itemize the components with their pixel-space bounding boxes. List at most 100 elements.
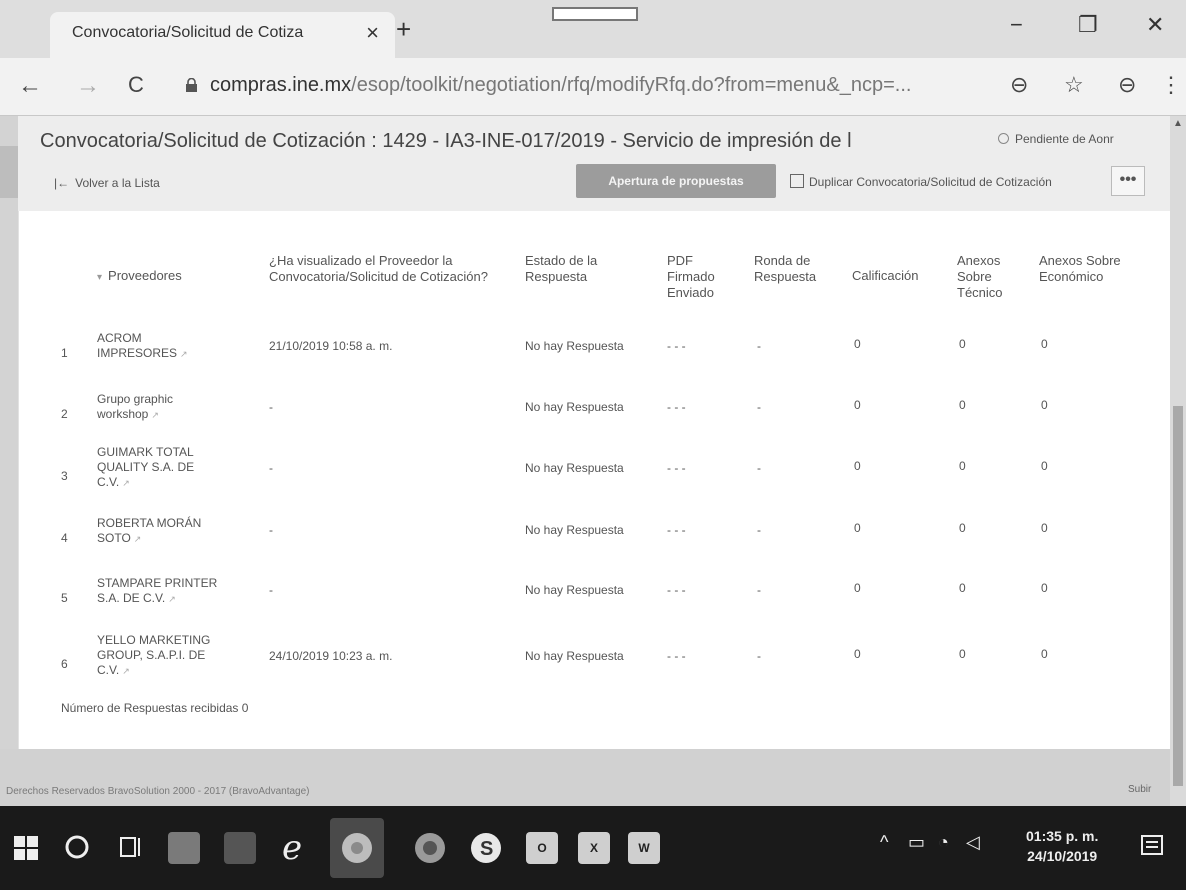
notifications-icon[interactable]	[1140, 834, 1164, 860]
annex-economic: 0	[1041, 337, 1048, 351]
response-round: -	[757, 583, 761, 597]
col-header-visualizado: ¿Ha visualizado el Proveedor la Convocat…	[269, 253, 488, 284]
annex-economic: 0	[1041, 521, 1048, 535]
back-arrow-icon[interactable]: ←	[18, 72, 42, 100]
annex-technical: 0	[959, 459, 966, 473]
window-drag-handle[interactable]	[552, 7, 638, 21]
bookmark-star-icon[interactable]: ☆	[1064, 72, 1084, 98]
supplier-link[interactable]: STAMPARE PRINTER S.A. DE C.V. ↗	[97, 576, 222, 607]
more-actions-button[interactable]: •••	[1111, 166, 1145, 196]
close-window-button[interactable]: ✕	[1146, 12, 1164, 38]
pdf-sent: - - -	[667, 461, 686, 475]
word-icon[interactable]: W	[628, 832, 660, 864]
response-status: No hay Respuesta	[525, 339, 624, 353]
page-scrollbar[interactable]: ▲	[1170, 116, 1186, 806]
address-bar: ← → C compras.ine.mx/esop/toolkit/negoti…	[0, 58, 1186, 116]
clock-date: 24/10/2019	[1027, 848, 1098, 864]
col-header-anexos-economico: Anexos Sobre Económico	[1039, 253, 1121, 284]
duplicate-icon	[790, 174, 804, 188]
skype-icon[interactable]: S	[470, 832, 502, 864]
reload-icon[interactable]: C	[128, 72, 144, 98]
supplier-link[interactable]: Grupo graphic workshop ↗	[97, 392, 217, 423]
pdf-sent: - - -	[667, 339, 686, 353]
annex-economic: 0	[1041, 581, 1048, 595]
file-explorer-icon[interactable]	[168, 832, 200, 864]
annex-economic: 0	[1041, 459, 1048, 473]
score: 0	[854, 521, 861, 535]
page-title: Convocatoria/Solicitud de Cotización : 1…	[40, 130, 852, 152]
back-to-list-label: Volver a la Lista	[75, 176, 160, 190]
lock-icon	[186, 78, 197, 92]
col-header-anexos-tecnico: Anexos Sobre Técnico	[957, 253, 1003, 300]
outlook-icon[interactable]: O	[526, 832, 558, 864]
url-field[interactable]: compras.ine.mx/esop/toolkit/negotiation/…	[210, 74, 911, 97]
tab-close-icon[interactable]: ×	[366, 20, 379, 46]
browser-tab[interactable]: Convocatoria/Solicitud de Cotiza ×	[50, 12, 395, 58]
taskbar-clock[interactable]: 01:35 p. m. 24/10/2019	[1026, 826, 1098, 866]
wifi-icon[interactable]: ◔	[938, 832, 949, 853]
chrome-taskbar-button[interactable]	[330, 818, 384, 878]
windows-taskbar: e S O X W ^ ▭ ◔ ◁ 01:35 p. m. 24/10/2019	[0, 806, 1186, 890]
supplier-link[interactable]: ACROM IMPRESORES ↗	[97, 331, 227, 362]
media-player-icon[interactable]	[224, 832, 256, 864]
status-text: Pendiente de Aonr	[1015, 132, 1114, 146]
minimize-button[interactable]: −	[1010, 12, 1023, 38]
browser-menu-icon[interactable]: ⋮	[1160, 72, 1182, 98]
open-proposals-button[interactable]: Apertura de propuestas	[576, 164, 776, 198]
battery-icon[interactable]: ▭	[908, 832, 925, 853]
supplier-link[interactable]: GUIMARK TOTAL QUALITY S.A. DE C.V. ↗	[97, 445, 222, 491]
response-status: No hay Respuesta	[525, 649, 624, 663]
tab-title: Convocatoria/Solicitud de Cotiza	[72, 24, 304, 41]
screen: Convocatoria/Solicitud de Cotiza × + − ❐…	[0, 0, 1186, 890]
browser-tab-bar: Convocatoria/Solicitud de Cotiza × + − ❐…	[0, 0, 1186, 58]
search-icon[interactable]	[64, 834, 90, 860]
supplier-link[interactable]: YELLO MARKETING GROUP, S.A.P.I. DE C.V. ↗	[97, 633, 227, 679]
back-arrow-bar-icon: |←	[54, 176, 70, 190]
score: 0	[854, 581, 861, 595]
scroll-up-arrow-icon[interactable]: ▲	[1173, 118, 1183, 129]
col-header-pdf: PDF Firmado Enviado	[667, 253, 715, 300]
col-header-ronda: Ronda de Respuesta	[754, 253, 817, 284]
scrollbar-thumb[interactable]	[1173, 406, 1183, 786]
annex-technical: 0	[959, 647, 966, 661]
col-header-proveedores[interactable]: ▾ Proveedores	[97, 268, 217, 286]
viewed-date: -	[269, 400, 273, 414]
chrome-icon	[342, 833, 372, 863]
back-to-list-link[interactable]: |← Volver a la Lista	[54, 176, 160, 190]
restore-button[interactable]: ❐	[1078, 12, 1098, 38]
firefox-icon[interactable]	[414, 832, 446, 864]
annex-technical: 0	[959, 521, 966, 535]
responses-received-count: Número de Respuestas recibidas 0	[61, 701, 249, 715]
task-view-icon[interactable]	[118, 834, 144, 860]
new-tab-button[interactable]: +	[396, 14, 411, 45]
score: 0	[854, 459, 861, 473]
page-footer: Derechos Reservados BravoSolution 2000 -…	[0, 749, 1170, 806]
internet-explorer-icon[interactable]: e	[282, 828, 302, 868]
page-content: Convocatoria/Solicitud de Cotización : 1…	[0, 116, 1170, 806]
excel-icon[interactable]: X	[578, 832, 610, 864]
response-round: -	[757, 400, 761, 414]
scroll-to-top-link[interactable]: Subir	[1128, 784, 1151, 795]
supplier-link[interactable]: ROBERTA MORÁN SOTO ↗	[97, 516, 217, 547]
show-hidden-icons-chevron-icon[interactable]: ^	[880, 832, 888, 853]
forward-arrow-icon[interactable]: →	[76, 72, 100, 100]
annex-economic: 0	[1041, 647, 1048, 661]
external-link-icon: ↗	[151, 410, 159, 420]
col-header-estado: Estado de la Respuesta	[525, 253, 598, 284]
zoom-icon[interactable]: ⊖	[1010, 72, 1028, 98]
score: 0	[854, 647, 861, 661]
viewed-date: -	[269, 461, 273, 475]
duplicate-button[interactable]: Duplicar Convocatoria/Solicitud de Cotiz…	[790, 174, 1052, 189]
col-header-calificacion: Calificación	[852, 268, 919, 283]
response-round: -	[757, 339, 761, 353]
duplicate-label: Duplicar Convocatoria/Solicitud de Cotiz…	[809, 175, 1052, 189]
profile-icon[interactable]: ⊖	[1118, 72, 1136, 98]
status-badge: Pendiente de Aonr	[998, 132, 1114, 146]
annex-technical: 0	[959, 398, 966, 412]
side-panel-handle[interactable]	[0, 146, 18, 198]
windows-start-icon[interactable]	[14, 836, 38, 860]
clock-time: 01:35 p. m.	[1026, 828, 1099, 844]
row-number: 6	[61, 657, 68, 671]
external-link-icon: ↗	[122, 666, 130, 676]
volume-icon[interactable]: ◁	[966, 832, 980, 853]
